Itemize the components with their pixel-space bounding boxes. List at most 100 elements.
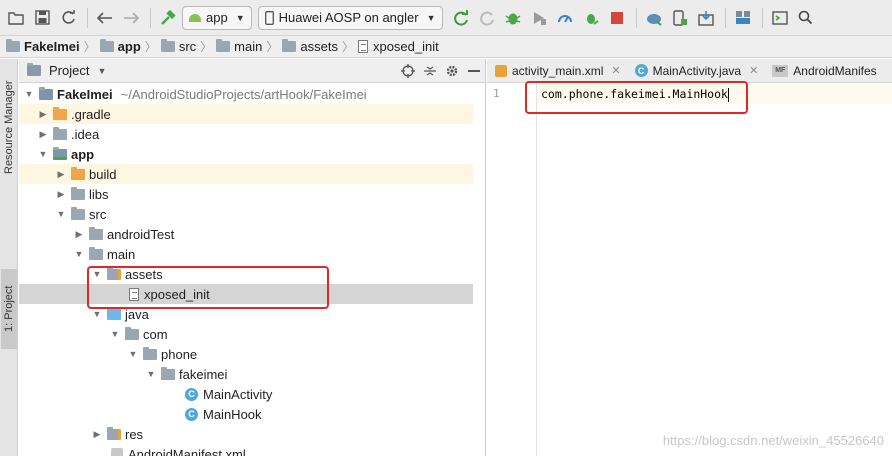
run-config-select[interactable]: app ▼ <box>182 5 252 30</box>
tree-item-phone[interactable]: ▼ phone <box>19 344 473 364</box>
project-view-select[interactable]: Project <box>49 63 89 78</box>
toolbar-separator <box>635 7 637 28</box>
chevron-right-icon[interactable]: ▶ <box>55 169 67 180</box>
hammer-build-icon[interactable] <box>156 6 180 30</box>
collapse-all-icon[interactable] <box>419 61 441 81</box>
breadcrumb-item-main[interactable]: main 〉 <box>216 38 282 55</box>
chevron-down-icon[interactable]: ▼ <box>97 66 106 76</box>
resource-manager-label: Resource Manager <box>3 80 15 174</box>
apply-code-changes-icon[interactable] <box>475 6 499 30</box>
text-file-icon <box>357 40 368 53</box>
profile-gauge-icon[interactable] <box>553 6 577 30</box>
chevron-right-icon[interactable]: ▶ <box>37 109 49 120</box>
breadcrumb-item-app[interactable]: app 〉 <box>99 38 161 55</box>
tree-item-app[interactable]: ▼ app <box>19 144 473 164</box>
chevron-down-icon[interactable]: ▼ <box>37 149 49 159</box>
chevron-right-icon: 〉 <box>83 40 96 54</box>
chevron-right-icon[interactable]: ▶ <box>55 189 67 200</box>
gear-icon[interactable] <box>441 61 463 81</box>
forward-arrow-icon[interactable] <box>119 6 143 30</box>
tree-item-gradle[interactable]: ▶ .gradle <box>19 104 473 124</box>
tree-item-label: .idea <box>71 126 100 142</box>
tab-activity-main-xml[interactable]: activity_main.xml ✕ <box>487 59 627 82</box>
folder-icon <box>160 39 175 52</box>
chevron-down-icon[interactable]: ▼ <box>109 329 121 339</box>
folder-icon <box>53 126 67 140</box>
hide-panel-icon[interactable] <box>463 61 485 81</box>
project-panel: Project ▼ ▼ FakeImei ~/AndroidStudioProj… <box>19 59 486 456</box>
tree-item-idea[interactable]: ▶ .idea <box>19 124 473 144</box>
tree-item-label: com <box>143 326 168 342</box>
terminal-window-icon[interactable] <box>768 6 792 30</box>
apply-changes-restart-icon[interactable] <box>449 6 473 30</box>
tree-item-label: app <box>71 146 95 162</box>
chevron-right-icon[interactable]: ▶ <box>37 129 49 140</box>
tree-item-com[interactable]: ▼ com <box>19 324 473 344</box>
tree-item-fakeimei[interactable]: ▼ fakeimei <box>19 364 473 384</box>
back-arrow-icon[interactable] <box>93 6 117 30</box>
package-icon <box>125 326 139 340</box>
chevron-down-icon[interactable]: ▼ <box>127 349 139 359</box>
tree-item-androidmanifest[interactable]: AndroidManifest.xml <box>19 444 473 456</box>
editor-tabs: activity_main.xml ✕ C MainActivity.java … <box>487 59 892 83</box>
tree-item-main[interactable]: ▼ main <box>19 244 473 264</box>
breadcrumb-item-src[interactable]: src 〉 <box>160 38 216 55</box>
chevron-down-icon[interactable]: ▼ <box>73 249 85 259</box>
breadcrumb-item-xposed-init[interactable]: xposed_init <box>357 39 439 54</box>
close-icon[interactable]: ✕ <box>611 64 620 77</box>
avd-manager-icon[interactable] <box>668 6 692 30</box>
java-class-icon: C <box>185 387 198 401</box>
tree-item-build[interactable]: ▶ build <box>19 164 473 184</box>
open-folder-icon[interactable] <box>4 6 28 30</box>
tab-mainactivity-java[interactable]: C MainActivity.java ✕ <box>627 59 765 82</box>
locate-file-icon[interactable] <box>397 61 419 81</box>
source-folder-icon <box>107 306 121 320</box>
tree-item-res[interactable]: ▶ res <box>19 424 473 444</box>
manifest-file-icon <box>111 448 123 456</box>
run-with-coverage-icon[interactable] <box>527 6 551 30</box>
project-panel-actions <box>397 61 485 81</box>
folder-icon <box>216 39 231 52</box>
tree-item-mainhook[interactable]: C MainHook <box>19 404 473 424</box>
tab-androidmanifest[interactable]: MF AndroidManifes <box>764 59 882 82</box>
tree-item-label: AndroidManifest.xml <box>128 446 246 456</box>
chevron-right-icon[interactable]: ▶ <box>91 429 103 440</box>
stop-icon[interactable] <box>605 6 629 30</box>
breadcrumb-item-fakeimei[interactable]: FakeImei 〉 <box>6 38 100 55</box>
sdk-manager-icon[interactable] <box>694 6 718 30</box>
chevron-right-icon[interactable]: ▶ <box>73 229 85 240</box>
chevron-down-icon[interactable]: ▼ <box>145 369 157 379</box>
breadcrumb-label: src <box>178 39 197 54</box>
tree-item-mainactivity[interactable]: C MainActivity <box>19 384 473 404</box>
attach-debugger-icon[interactable] <box>579 6 603 30</box>
project-structure-icon[interactable] <box>731 6 755 30</box>
tree-item-libs[interactable]: ▶ libs <box>19 184 473 204</box>
sync-gradle-elephant-icon[interactable] <box>642 6 666 30</box>
device-select[interactable]: Huawei AOSP on angler ▼ <box>257 5 443 30</box>
sync-icon[interactable] <box>56 6 80 30</box>
folder-icon <box>282 39 297 52</box>
chevron-down-icon[interactable]: ▼ <box>23 89 35 99</box>
tree-item-label: .gradle <box>71 106 111 122</box>
chevron-down-icon[interactable]: ▼ <box>91 309 103 319</box>
tree-item-root[interactable]: ▼ FakeImei ~/AndroidStudioProjects/artHo… <box>19 84 473 104</box>
project-tab-label: 1: Project <box>3 285 15 333</box>
tree-item-label: MainActivity <box>203 386 273 402</box>
close-icon[interactable]: ✕ <box>749 64 758 77</box>
line-number-gutter <box>487 83 537 456</box>
tree-item-src[interactable]: ▼ src <box>19 204 473 224</box>
tree-item-label: fakeimei <box>179 366 228 382</box>
breadcrumb-item-assets[interactable]: assets 〉 <box>282 38 358 55</box>
resource-manager-tab[interactable]: Resource Manager <box>1 67 17 187</box>
chevron-down-icon[interactable]: ▼ <box>55 209 67 219</box>
save-icon[interactable] <box>30 6 54 30</box>
tree-item-androidtest[interactable]: ▶ androidTest <box>19 224 473 244</box>
android-icon <box>189 13 201 22</box>
project-tool-tab[interactable]: 1: Project <box>1 269 17 349</box>
debug-bug-icon[interactable] <box>501 6 525 30</box>
xml-file-icon <box>495 64 507 77</box>
line-number: 1 <box>493 87 500 100</box>
search-icon[interactable] <box>794 6 818 30</box>
tree-item-label: res <box>125 426 144 442</box>
tree-item-label: phone <box>161 346 198 362</box>
